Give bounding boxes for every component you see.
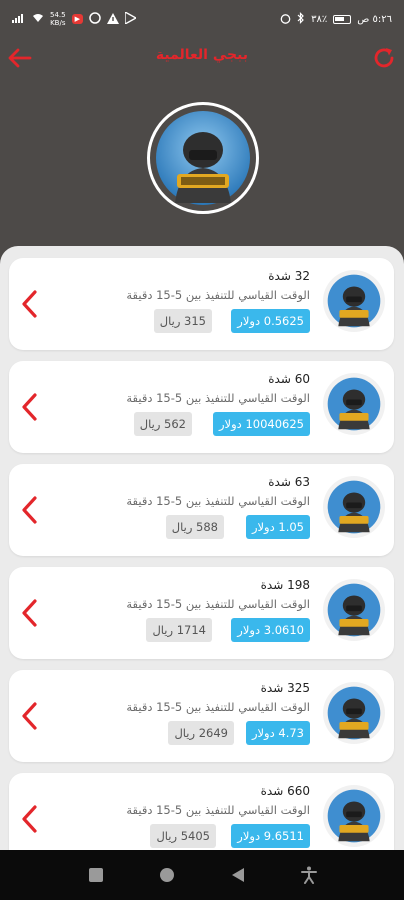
pubg-logo-icon <box>327 789 381 843</box>
system-nav-bar <box>0 850 404 900</box>
product-title: 32 شدة <box>268 269 310 283</box>
chevron-left-icon[interactable] <box>19 805 41 833</box>
price-usd-badge: 9.6511 دولار <box>231 824 310 848</box>
product-title: 60 شدة <box>268 372 310 386</box>
price-usd-badge: 10040625 دولار <box>213 412 310 436</box>
price-sar-badge: 562 ريال <box>133 412 192 436</box>
pubg-logo-icon <box>327 686 381 740</box>
price-sar-badge: 1714 ريال <box>146 618 212 642</box>
product-thumbnail <box>323 785 385 847</box>
price-sar-badge: 588 ريال <box>165 515 224 539</box>
triangle-back-icon <box>231 868 244 882</box>
product-card[interactable]: 325 شدة الوقت القياسي للتنفيذ بين 5-15 د… <box>9 670 394 762</box>
product-card[interactable]: 63 شدة الوقت القياسي للتنفيذ بين 5-15 دق… <box>9 464 394 556</box>
signal-icon <box>12 13 26 25</box>
network-speed-value: 54.5 <box>50 11 66 19</box>
product-thumbnail <box>323 476 385 538</box>
product-thumbnail <box>323 579 385 641</box>
product-card[interactable]: 198 شدة الوقت القياسي للتنفيذ بين 5-15 د… <box>9 567 394 659</box>
refresh-icon <box>374 48 394 68</box>
status-left: 54.5 KB/s ▶ <box>12 10 138 27</box>
product-list[interactable]: 32 شدة الوقت القياسي للتنفيذ بين 5-15 دق… <box>0 246 404 850</box>
product-description: الوقت القياسي للتنفيذ بين 5-15 دقيقة <box>126 494 310 508</box>
product-card[interactable]: 32 شدة الوقت القياسي للتنفيذ بين 5-15 دق… <box>9 258 394 350</box>
product-description: الوقت القياسي للتنفيذ بين 5-15 دقيقة <box>126 288 310 302</box>
pubg-logo-icon <box>327 583 381 637</box>
alarm-icon <box>280 13 291 26</box>
product-thumbnail <box>323 682 385 744</box>
chevron-left-icon[interactable] <box>19 599 41 627</box>
vpn-icon <box>89 12 101 26</box>
play-store-icon <box>124 10 138 26</box>
square-icon <box>88 868 103 882</box>
app-header: ببجي العالمية <box>0 38 404 276</box>
product-title: 325 شدة <box>260 681 310 695</box>
product-title: 660 شدة <box>260 784 310 798</box>
price-sar-badge: 5405 ريال <box>150 824 216 848</box>
price-usd-badge: 0.5625 دولار <box>231 309 310 333</box>
network-speed-unit: KB/s <box>50 19 66 27</box>
product-thumbnail <box>323 270 385 332</box>
pubg-logo-icon <box>156 111 250 205</box>
pubg-logo-icon <box>327 377 381 431</box>
chevron-left-icon[interactable] <box>19 393 41 421</box>
clock: ٥:٢٦ ص <box>357 13 392 25</box>
game-avatar <box>147 102 259 214</box>
product-card[interactable]: 60 شدة الوقت القياسي للتنفيذ بين 5-15 دق… <box>9 361 394 453</box>
price-usd-badge: 3.0610 دولار <box>231 618 310 642</box>
pubg-logo-icon <box>327 480 381 534</box>
price-usd-badge: 1.05 دولار <box>245 515 310 539</box>
chevron-left-icon[interactable] <box>19 496 41 524</box>
chevron-left-icon[interactable] <box>19 290 41 318</box>
system-back-button[interactable] <box>223 860 253 890</box>
page-title: ببجي العالمية <box>155 47 249 63</box>
accessibility-icon <box>300 866 317 884</box>
pubg-logo-icon <box>327 274 381 328</box>
product-thumbnail <box>323 373 385 435</box>
accessibility-button[interactable] <box>294 860 324 890</box>
price-usd-badge: 4.73 دولار <box>245 721 310 745</box>
home-button[interactable] <box>152 860 182 890</box>
recents-button[interactable] <box>81 860 111 890</box>
price-sar-badge: 2649 ريال <box>168 721 234 745</box>
product-title: 63 شدة <box>268 475 310 489</box>
product-card[interactable]: 660 شدة الوقت القياسي للتنفيذ بين 5-15 د… <box>9 773 394 850</box>
status-right: ٣٨٪ ٥:٢٦ ص <box>280 12 392 26</box>
wifi-icon <box>32 13 44 25</box>
youtube-icon: ▶ <box>71 14 83 24</box>
battery-percent: ٣٨٪ <box>311 13 328 25</box>
product-description: الوقت القياسي للتنفيذ بين 5-15 دقيقة <box>126 803 310 817</box>
status-bar: 54.5 KB/s ▶ ٣٨٪ ٥:٢٦ ص <box>0 0 404 38</box>
network-speed: 54.5 KB/s <box>50 11 66 27</box>
product-description: الوقت القياسي للتنفيذ بين 5-15 دقيقة <box>126 597 310 611</box>
product-title: 198 شدة <box>260 578 310 592</box>
circle-icon <box>159 868 174 882</box>
bluetooth-icon <box>297 12 305 26</box>
price-sar-badge: 315 ريال <box>153 309 212 333</box>
product-description: الوقت القياسي للتنفيذ بين 5-15 دقيقة <box>126 391 310 405</box>
warning-icon <box>106 12 119 26</box>
battery-icon <box>333 14 352 24</box>
product-description: الوقت القياسي للتنفيذ بين 5-15 دقيقة <box>126 700 310 714</box>
refresh-button[interactable] <box>370 44 398 72</box>
chevron-left-icon[interactable] <box>19 702 41 730</box>
